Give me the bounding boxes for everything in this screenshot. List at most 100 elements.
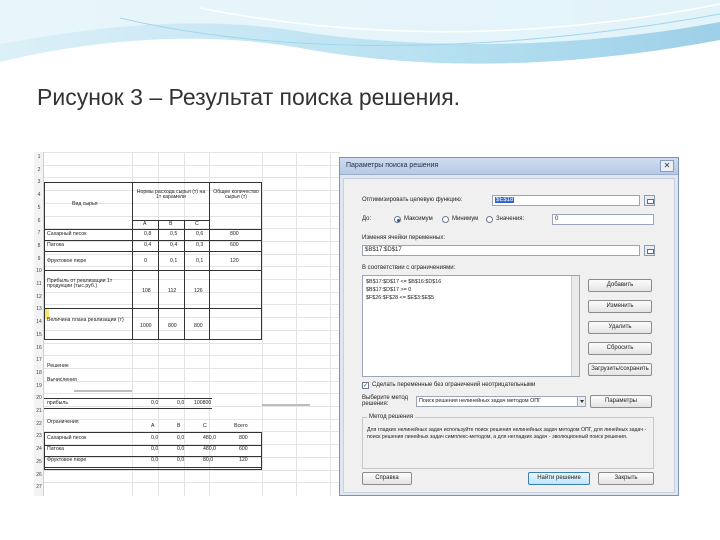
row-number[interactable]: 13 [34,306,44,312]
plan-c: 800 [194,323,203,329]
constraints-listbox[interactable]: $B$17:$D$17 <= $B$16:$D$16 $B$17:$D$17 >=… [362,275,580,377]
row-number[interactable]: 2 [34,167,44,173]
objective-input[interactable]: $E$18 [492,195,640,206]
constraint-col-header: С [203,423,207,429]
row-number[interactable]: 14 [34,319,44,325]
delete-button[interactable]: Удалить [588,321,652,334]
row-number[interactable]: 23 [34,433,44,439]
constraint-item[interactable]: $B$17:$D$17 >= 0 [366,287,411,293]
add-button[interactable]: Добавить [588,279,652,292]
norm-c: 0,3 [196,242,204,248]
profit-a: 108 [142,288,151,294]
plan-a: 1000 [140,323,152,329]
profit-c: 126 [194,288,203,294]
spreadsheet: 1 2 3 4 5 6 7 8 9 10 11 12 13 14 15 16 17 18 19 20 21 22 23 24 2… [34,152,340,496]
constraints-scrollbar[interactable] [571,276,579,376]
constraint-material: Патока [47,446,64,452]
method-label: Выберите метод решения: [362,395,409,407]
radio-min[interactable] [442,216,449,223]
constraint-item[interactable]: $F$26:$F$28 <= $E$3:$E$5 [366,295,434,301]
header-sub-b: В [169,221,173,227]
constraint-a: 0,0 [151,435,159,441]
constraint-total: 120 [239,457,248,463]
row-header-column: 1 2 3 4 5 6 7 8 9 10 11 12 13 14 15 16 17 18 19 20 21 22 23 24 2… [34,152,44,496]
norm-b: 0,1 [170,258,178,264]
calc-row-label: прибыль [47,400,69,406]
constraint-b: 0,0 [177,457,185,463]
row-number[interactable]: 3 [34,179,44,185]
solver-dialog: Параметры поиска решения ✕ Оптимизироват… [339,157,679,496]
row-number[interactable]: 9 [34,256,44,262]
row-number[interactable]: 16 [34,345,44,351]
constraint-material: Сахарный песок [47,435,87,441]
label-solution: Решение [47,363,69,369]
objective-ref-button[interactable] [644,195,655,206]
constraints-label: В соответствии с ограничениями: [362,265,456,271]
row-number[interactable]: 18 [34,370,44,376]
calc-a: 0,0 [151,400,159,406]
constraint-c: 480,0 [203,435,216,441]
solve-button[interactable]: Найти решение [528,472,590,485]
constraint-c: 480,0 [203,446,216,452]
norm-b: 0,4 [170,242,178,248]
nonnegative-checkbox[interactable]: ✓ [362,382,369,389]
row-number[interactable]: 5 [34,205,44,211]
norm-c: 0,1 [196,258,204,264]
close-icon[interactable]: ✕ [660,160,674,172]
constraint-item[interactable]: $B$17:$D$17 <= $B$16:$D$16 [366,279,441,285]
material-name: Фруктовое пюре [47,258,87,264]
to-label: До: [362,216,372,222]
load-save-button[interactable]: Загрузить/сохранить [588,363,652,376]
row-number[interactable]: 27 [34,484,44,490]
method-groupbox: Метод решения Для гладких нелинейных зад… [362,414,654,469]
nonnegative-label: Сделать переменные без ограничений неотр… [372,382,536,388]
changing-ref-button[interactable] [644,245,655,256]
changing-input[interactable]: $B$17:$D$17 [362,245,640,256]
row-number[interactable]: 11 [34,281,44,287]
row-number[interactable]: 21 [34,408,44,414]
radio-value[interactable] [486,216,493,223]
row-number[interactable]: 10 [34,268,44,274]
row-number[interactable]: 24 [34,446,44,452]
norm-c: 0,6 [196,231,204,237]
help-button[interactable]: Справка [362,472,412,485]
calc-c: 100800 [194,400,212,406]
row-number[interactable]: 19 [34,383,44,389]
change-button[interactable]: Изменить [588,300,652,313]
row-number[interactable]: 1 [34,154,44,160]
reset-button[interactable]: Сбросить [588,342,652,355]
row-number[interactable]: 20 [34,395,44,401]
row-number[interactable]: 25 [34,459,44,465]
close-button[interactable]: Закрыть [598,472,654,485]
norm-a: 0,4 [144,242,152,248]
profit-label: Прибыль от реализации 1т продукции (тыс.… [47,278,113,290]
method-select-value: Поиск решения нелинейных задач методом О… [419,398,542,404]
constraint-b: 0,0 [177,435,185,441]
row-number[interactable]: 17 [34,357,44,363]
row-number[interactable]: 15 [34,332,44,338]
row-number[interactable]: 7 [34,230,44,236]
row-number[interactable]: 26 [34,472,44,478]
method-group-title: Метод решения [367,414,415,420]
constraint-b: 0,0 [177,446,185,452]
row-number[interactable]: 22 [34,421,44,427]
radio-max-label: Максимум [404,216,433,222]
material-name: Патока [47,242,64,248]
changing-label: Изменяя ячейки переменных: [362,235,446,241]
row-number[interactable]: 12 [34,294,44,300]
dialog-titlebar[interactable]: Параметры поиска решения ✕ [340,158,678,175]
radio-max[interactable] [394,216,401,223]
constraint-material: Фруктовое пюре [47,457,87,463]
value-input[interactable]: 0 [552,214,654,225]
header-sub-c: С [195,221,199,227]
profit-b: 112 [168,288,177,294]
constraint-a: 0,0 [151,446,159,452]
row-number[interactable]: 6 [34,218,44,224]
params-button[interactable]: Параметры [590,395,652,408]
method-select[interactable]: Поиск решения нелинейных задач методом О… [416,396,586,407]
material-total: 120 [230,258,239,264]
row-number[interactable]: 8 [34,243,44,249]
objective-value: $E$18 [495,197,515,203]
row-number[interactable]: 4 [34,192,44,198]
header-norms: Нормы расхода сырья (т) на 1т карамели [136,189,206,201]
